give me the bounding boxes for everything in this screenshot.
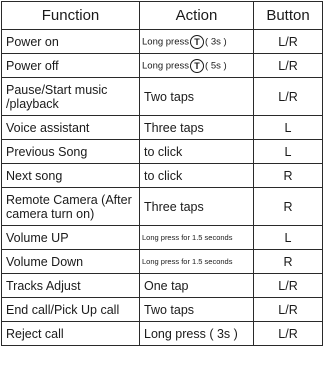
function-cell: Previous Song [1,139,140,164]
action-cell: Three taps [139,115,254,140]
button-cell: L [253,139,323,164]
table-row: Reject call Long press ( 3s ) L/R [1,321,323,346]
function-cell: Power on [1,29,140,54]
table-row: Previous Song to click L [1,139,323,164]
table-row: Voice assistant Three taps L [1,115,323,140]
action-cell: Two taps [139,77,254,116]
touch-icon: T [190,58,205,73]
table-row: Power off Long press T( 5s ) L/R [1,53,323,78]
function-cell: Next song [1,163,140,188]
function-cell: Remote Camera (After camera turn on) [1,187,140,226]
button-cell: L [253,115,323,140]
button-cell: R [253,249,323,274]
header-row: Function Action Button [1,1,323,30]
function-cell: Pause/Start music /playback [1,77,140,116]
table-row: Volume Down Long press for 1.5 seconds R [1,249,323,274]
touch-icon: T [190,34,205,49]
table-row: End call/Pick Up call Two taps L/R [1,297,323,322]
action-cell: Long press T( 5s ) [139,53,254,78]
function-cell: End call/Pick Up call [1,297,140,322]
table-row: Tracks Adjust One tap L/R [1,273,323,298]
function-cell: Volume Down [1,249,140,274]
action-text: Long press [142,60,190,72]
table-row: Next song to click R [1,163,323,188]
header-button: Button [253,1,323,30]
action-cell: to click [139,163,254,188]
function-cell: Volume UP [1,225,140,250]
function-cell: Reject call [1,321,140,346]
function-cell: Tracks Adjust [1,273,140,298]
function-cell: Voice assistant [1,115,140,140]
button-cell: L/R [253,297,323,322]
button-cell: L/R [253,29,323,54]
action-cell: Long press T( 3s ) [139,29,254,54]
button-cell: R [253,163,323,188]
header-function: Function [1,1,140,30]
action-cell: Two taps [139,297,254,322]
action-duration: ( 3s ) [205,36,227,48]
function-table: Function Action Button Power on Long pre… [1,1,323,346]
action-duration: ( 5s ) [205,60,227,72]
table-row: Power on Long press T( 3s ) L/R [1,29,323,54]
button-cell: L/R [253,77,323,116]
action-cell: Long press for 1.5 seconds [139,249,254,274]
action-cell: Long press ( 3s ) [139,321,254,346]
function-cell: Power off [1,53,140,78]
table-row: Remote Camera (After camera turn on) Thr… [1,187,323,226]
button-cell: L/R [253,53,323,78]
table-row: Volume UP Long press for 1.5 seconds L [1,225,323,250]
table-row: Pause/Start music /playback Two taps L/R [1,77,323,116]
action-cell: to click [139,139,254,164]
header-action: Action [139,1,254,30]
button-cell: L [253,225,323,250]
action-text: Long press [142,36,190,48]
button-cell: L/R [253,273,323,298]
action-cell: One tap [139,273,254,298]
button-cell: R [253,187,323,226]
action-cell: Long press for 1.5 seconds [139,225,254,250]
action-cell: Three taps [139,187,254,226]
button-cell: L/R [253,321,323,346]
